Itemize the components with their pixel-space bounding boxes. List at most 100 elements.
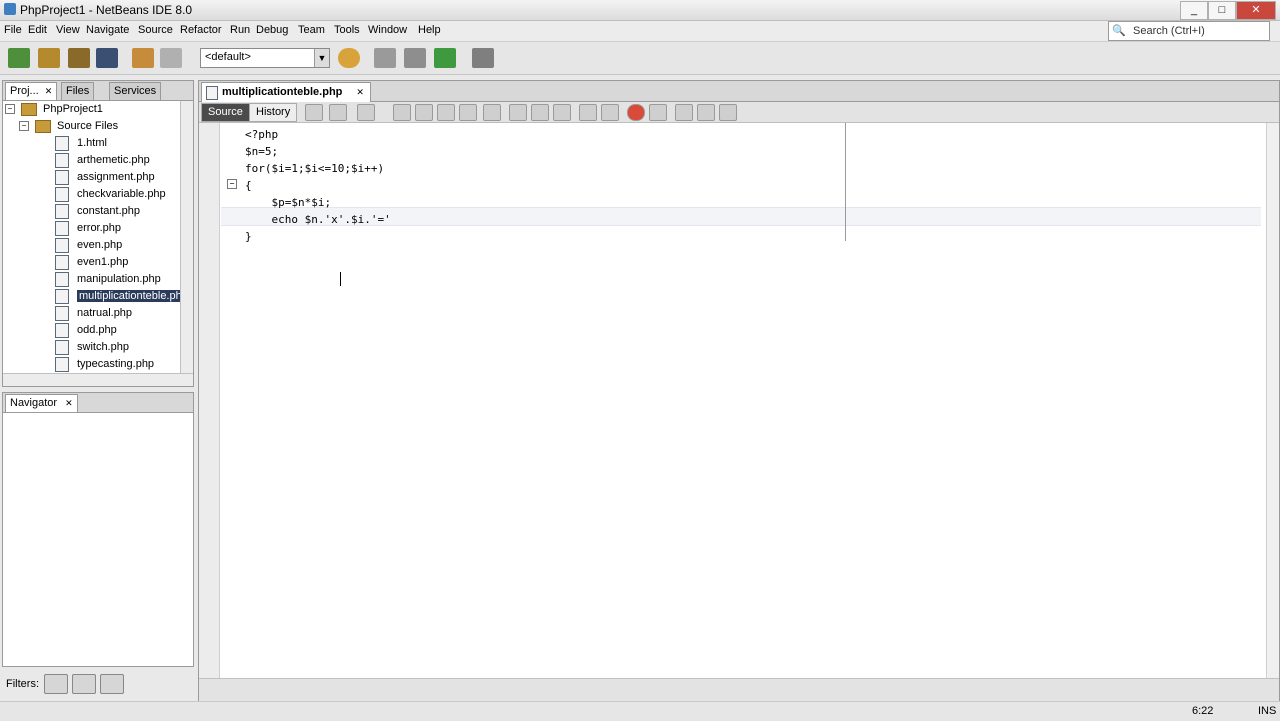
comment-icon[interactable] — [675, 104, 693, 121]
title-bar: PhpProject1 - NetBeans IDE 8.0 _ □ ✕ — [0, 0, 1280, 21]
fold-icon[interactable]: − — [227, 179, 237, 189]
configuration-select[interactable]: <default> ▼ — [200, 48, 330, 68]
project-icon — [21, 102, 37, 116]
menu-navigate[interactable]: Navigate — [86, 24, 129, 36]
tree-file-item[interactable]: switch.php — [55, 339, 129, 356]
collapse-icon[interactable]: − — [5, 104, 15, 115]
tree-horizontal-scrollbar[interactable] — [3, 373, 193, 386]
clean-build-icon[interactable] — [404, 48, 426, 68]
menu-file[interactable]: File — [4, 24, 22, 36]
build-icon[interactable] — [374, 48, 396, 68]
find-previous-icon[interactable] — [415, 104, 433, 121]
tree-file-item[interactable]: even.php — [55, 237, 122, 254]
find-next-icon[interactable] — [437, 104, 455, 121]
new-project-icon[interactable] — [8, 48, 30, 68]
file-icon — [55, 186, 69, 202]
record-macro-icon[interactable] — [627, 104, 645, 121]
tab-projects[interactable]: Proj... ✕ — [5, 82, 58, 100]
open-project-icon[interactable] — [68, 48, 90, 68]
highlight-icon[interactable] — [459, 104, 477, 121]
filter-fields-icon[interactable] — [44, 674, 68, 694]
file-name: even1.php — [77, 256, 129, 268]
run-icon[interactable] — [434, 48, 456, 68]
menu-run[interactable]: Run — [230, 24, 250, 36]
tree-file-item[interactable]: error.php — [55, 220, 121, 237]
next-bookmark-icon[interactable] — [531, 104, 549, 121]
menu-debug[interactable]: Debug — [256, 24, 288, 36]
file-icon — [55, 203, 69, 219]
menu-tools[interactable]: Tools — [334, 24, 360, 36]
back-icon[interactable] — [329, 104, 347, 121]
shift-left-icon[interactable] — [579, 104, 597, 121]
menu-source[interactable]: Source — [138, 24, 173, 36]
undo-icon[interactable] — [132, 48, 154, 68]
toggle-search-icon[interactable] — [483, 104, 501, 121]
browser-icon[interactable] — [338, 48, 360, 68]
file-icon — [55, 339, 69, 355]
tab-source[interactable]: Source — [201, 103, 250, 122]
tab-services[interactable]: Services — [109, 82, 162, 100]
code-area[interactable]: <?php $n=5; for($i=1;$i<=10;$i++) − { $p… — [221, 123, 1261, 683]
uncomment-icon[interactable] — [697, 104, 715, 121]
new-file-icon[interactable] — [38, 48, 60, 68]
file-icon — [55, 237, 69, 253]
menu-refactor[interactable]: Refactor — [180, 24, 222, 36]
file-icon — [55, 152, 69, 168]
file-icon — [55, 135, 69, 151]
find-selection-icon[interactable] — [393, 104, 411, 121]
menu-help[interactable]: Help — [418, 24, 441, 36]
format-icon[interactable] — [719, 104, 737, 121]
file-name: checkvariable.php — [77, 188, 166, 200]
file-name: manipulation.php — [77, 273, 161, 285]
file-name: switch.php — [77, 341, 129, 353]
tree-file-item[interactable]: multiplicationteble.php — [55, 288, 181, 305]
tree-source-files[interactable]: − Source Files — [19, 118, 118, 135]
tree-file-item[interactable]: assignment.php — [55, 169, 155, 186]
redo-icon[interactable] — [160, 48, 182, 68]
search-box[interactable]: 🔍 Search (Ctrl+I) — [1108, 21, 1270, 41]
close-icon[interactable]: ✕ — [65, 398, 73, 408]
tree-file-item[interactable]: natrual.php — [55, 305, 132, 322]
forward-icon[interactable] — [357, 104, 375, 121]
prev-bookmark-icon[interactable] — [509, 104, 527, 121]
filter-static-icon[interactable] — [72, 674, 96, 694]
menu-edit[interactable]: Edit — [28, 24, 47, 36]
navigator-panel: Navigator ✕ — [2, 392, 194, 667]
tree-file-item[interactable]: arthemetic.php — [55, 152, 150, 169]
save-all-icon[interactable] — [96, 48, 118, 68]
stop-macro-icon[interactable] — [649, 104, 667, 121]
tree-file-item[interactable]: odd.php — [55, 322, 117, 339]
file-icon — [55, 305, 69, 321]
tree-file-item[interactable]: checkvariable.php — [55, 186, 166, 203]
tree-file-item[interactable]: even1.php — [55, 254, 128, 271]
tab-navigator[interactable]: Navigator ✕ — [5, 394, 78, 412]
filter-inherited-icon[interactable] — [100, 674, 124, 694]
editor-bottom-bar — [199, 678, 1279, 701]
editor-error-stripe[interactable] — [1266, 123, 1279, 701]
tree-file-item[interactable]: 1.html — [55, 135, 107, 152]
tab-files[interactable]: Files — [61, 82, 95, 100]
debug-icon[interactable] — [472, 48, 494, 68]
editor-tab[interactable]: multiplicationteble.php ✕ — [201, 82, 371, 102]
minimize-button[interactable]: _ — [1180, 1, 1208, 20]
tree-vertical-scrollbar[interactable] — [180, 101, 193, 374]
tree-file-item[interactable]: constant.php — [55, 203, 140, 220]
shift-right-icon[interactable] — [601, 104, 619, 121]
menu-view[interactable]: View — [56, 24, 80, 36]
last-edit-icon[interactable] — [305, 104, 323, 121]
tree-file-item[interactable]: manipulation.php — [55, 271, 161, 288]
menu-window[interactable]: Window — [368, 24, 407, 36]
tab-history[interactable]: History — [249, 103, 298, 122]
collapse-icon[interactable]: − — [19, 121, 29, 132]
editor-toolbar: Source History — [199, 102, 1279, 123]
menu-team[interactable]: Team — [298, 24, 325, 36]
chevron-down-icon: ▼ — [314, 49, 329, 67]
close-icon[interactable]: ✕ — [356, 87, 364, 97]
maximize-button[interactable]: □ — [1208, 1, 1236, 20]
file-icon — [55, 322, 69, 338]
toggle-bookmark-icon[interactable] — [553, 104, 571, 121]
tree-project-root[interactable]: − PhpProject1 — [5, 101, 103, 118]
close-button[interactable]: ✕ — [1236, 1, 1276, 20]
close-icon[interactable]: ✕ — [45, 86, 53, 96]
tree-file-item[interactable]: typecasting.php — [55, 356, 154, 373]
